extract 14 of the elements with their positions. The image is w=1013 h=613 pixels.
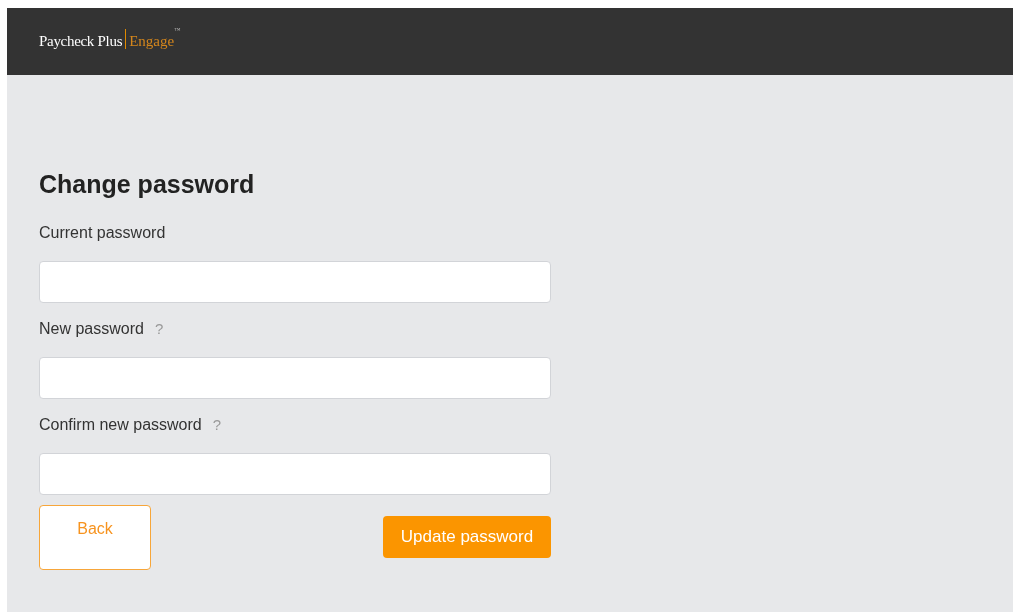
help-icon[interactable]: ? [212,413,222,437]
product-name: Engage [129,32,175,52]
brand-name: Paycheck Plus [39,32,123,52]
help-icon[interactable]: ? [154,317,164,341]
password-field[interactable] [39,261,551,303]
update-password-button[interactable]: Update password [383,516,551,558]
password-field[interactable] [39,357,551,399]
field-label: Confirm new password [39,415,202,435]
password-field[interactable] [39,453,551,495]
back-button[interactable]: Back [39,505,151,570]
field-label: New password [39,319,144,339]
field-label: Current password [39,223,166,243]
brand-divider [125,29,127,50]
page-title: Change password [39,169,256,199]
